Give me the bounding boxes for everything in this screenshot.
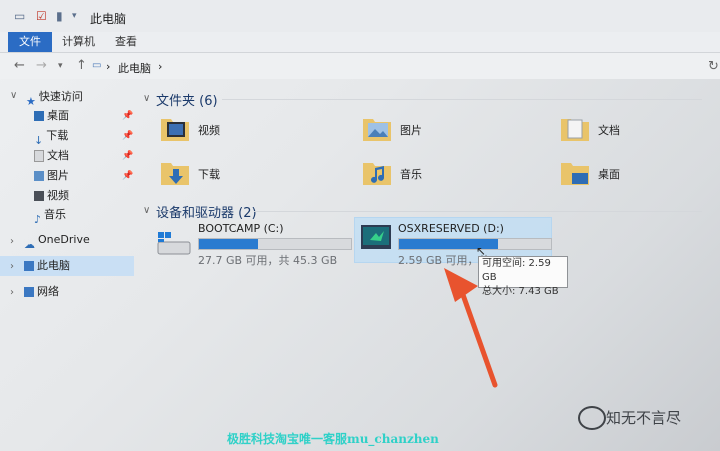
annotation-arrow-icon bbox=[444, 268, 498, 388]
wechat-icon bbox=[578, 406, 606, 430]
watermark: 知无不言尽 bbox=[606, 409, 682, 427]
photo-frame: ▭ ☑ ▮ ▾ 此电脑 文件 计算机 查看 ← → ▾ ↑ ▭ › 此电脑 › … bbox=[0, 0, 720, 451]
bottom-overlay-text: 极胜科技淘宝唯一客服mu_chanzhen bbox=[227, 432, 439, 446]
